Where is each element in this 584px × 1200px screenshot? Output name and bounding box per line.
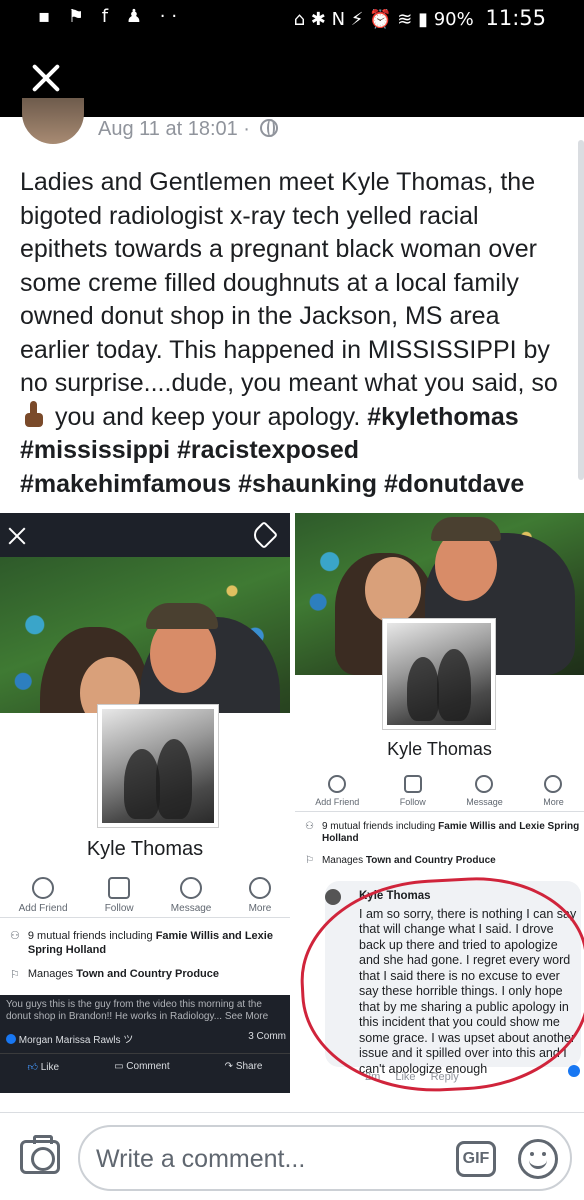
reactions-row[interactable]: Morgan Marissa Rawls ツ [6,1031,133,1046]
screenshot-left[interactable]: Kyle Thomas Add Friend Follow Message Mo… [0,513,290,1093]
follow-icon [403,775,422,793]
reactor-name: Morgan Marissa Rawls ツ [18,1035,134,1046]
status-right: ⌂ ✱ N ⚡ ⏰ ≋ ▮ 90% 11:55 [294,6,546,30]
status-bar: ▪ ⚑ f ♟ ·· ⌂ ✱ N ⚡ ⏰ ≋ ▮ 90% 11:55 [0,0,584,40]
follow-icon [108,877,131,899]
post-meta: Aug 11 at 18:01 · [98,118,278,141]
like-reaction-icon [6,1034,16,1044]
hashtag-link[interactable]: #shaunking [238,470,377,498]
screenshot-right-bottom[interactable]: Kyle Thomas I am so sorry, there is noth… [295,877,584,1093]
hashtag-link[interactable]: #makehimfamous [20,470,231,498]
middle-finger-emoji-icon [24,400,44,429]
highlight-circle [295,877,584,1093]
comment-button[interactable]: ▭ Comment [114,1061,170,1073]
profile-name: Kyle Thomas [387,739,492,759]
message-button[interactable]: Message [466,775,503,807]
cap [146,603,218,629]
cap [431,517,501,541]
more-button[interactable]: More [543,775,564,807]
like-button[interactable]: 👍︎ Like [27,1061,59,1073]
globe-icon [259,119,278,137]
battery-percent: 90% [433,9,474,30]
commenter-avatar [325,889,341,905]
screenshot-right-top[interactable]: Kyle Thomas Add Friend Follow Message Mo… [295,513,584,875]
more-icon [248,877,271,899]
more-icon [544,775,563,793]
message-button[interactable]: Message [171,877,211,914]
emoji-icon[interactable] [518,1139,558,1179]
like-badge-icon [568,1065,580,1077]
comment-icon: ▭ [114,1061,124,1072]
hashtag-link[interactable]: #kylethomas [367,403,518,431]
hashtag-link[interactable]: #racistexposed [177,436,359,464]
thumbs-up-icon: 👍︎ [27,1062,38,1073]
profile-picture[interactable] [98,705,218,827]
camera-icon[interactable] [20,1135,60,1174]
tag-icon [249,520,279,550]
friends-icon: ⚇ [10,929,20,942]
close-icon[interactable] [30,62,62,94]
hashtag-link[interactable]: #donutdave [384,470,524,498]
post-text-part-2: you and keep your apology. [54,402,361,431]
status-icons: ⌂ ✱ N ⚡ ⏰ ≋ ▮ [293,9,428,30]
add-friend-button[interactable]: Add Friend [315,775,359,807]
mutual-friends-row[interactable]: ⚇ 9 mutual friends including Famie Willi… [0,929,290,957]
caption-area: You guys this is the guy from the video … [0,995,290,1093]
manages-row[interactable]: ⚐ Manages Town and Country Produce [295,855,584,866]
clock: 11:55 [485,6,546,30]
manages-row[interactable]: ⚐ Manages Town and Country Produce [0,968,290,981]
hashtag-link[interactable]: #mississippi [20,436,170,464]
add-friend-icon [328,775,347,793]
photo-caption[interactable]: You guys this is the guy from the video … [6,999,286,1023]
profile-actions: Add Friend Follow Message More [0,877,290,914]
close-icon [8,527,26,545]
post-text-part-1: Ladies and Gentlemen meet Kyle Thomas, t… [20,168,558,397]
profile-name: Kyle Thomas [86,838,204,860]
add-friend-icon [32,877,55,899]
profile-picture[interactable] [383,619,495,729]
comment-input[interactable]: Write a comment... GIF [78,1125,572,1191]
mutual-friends-row[interactable]: ⚇ 9 mutual friends including Famie Willi… [295,821,584,845]
add-friend-button[interactable]: Add Friend [19,877,68,914]
share-button[interactable]: ↷ Share [225,1061,263,1073]
status-left-icons: ▪ ⚑ f ♟ ·· [38,6,184,27]
comment-placeholder: Write a comment... [96,1145,306,1173]
friends-icon: ⚇ [305,821,314,832]
flag-icon: ⚐ [10,968,20,981]
post-body: Ladies and Gentlemen meet Kyle Thomas, t… [20,166,570,501]
author-avatar[interactable] [22,98,84,144]
flag-icon: ⚐ [305,855,314,866]
gif-button[interactable]: GIF [456,1141,496,1177]
post-action-bar: 👍︎ Like ▭ Comment ↷ Share [0,1061,290,1073]
comments-count[interactable]: 3 Comm [248,1031,286,1042]
profile-actions: Add Friend Follow Message More [295,775,584,807]
messenger-icon [475,775,494,793]
post-timestamp[interactable]: Aug 11 at 18:01 · [98,118,250,140]
follow-button[interactable]: Follow [400,775,426,807]
woman-face [365,557,421,623]
more-button[interactable]: More [248,877,271,914]
top-bar: ▪ ⚑ f ♟ ·· ⌂ ✱ N ⚡ ⏰ ≋ ▮ 90% 11:55 [0,0,584,117]
share-icon: ↷ [224,1061,234,1072]
scroll-indicator[interactable] [578,140,584,480]
messenger-icon [180,877,203,899]
follow-button[interactable]: Follow [105,877,134,914]
